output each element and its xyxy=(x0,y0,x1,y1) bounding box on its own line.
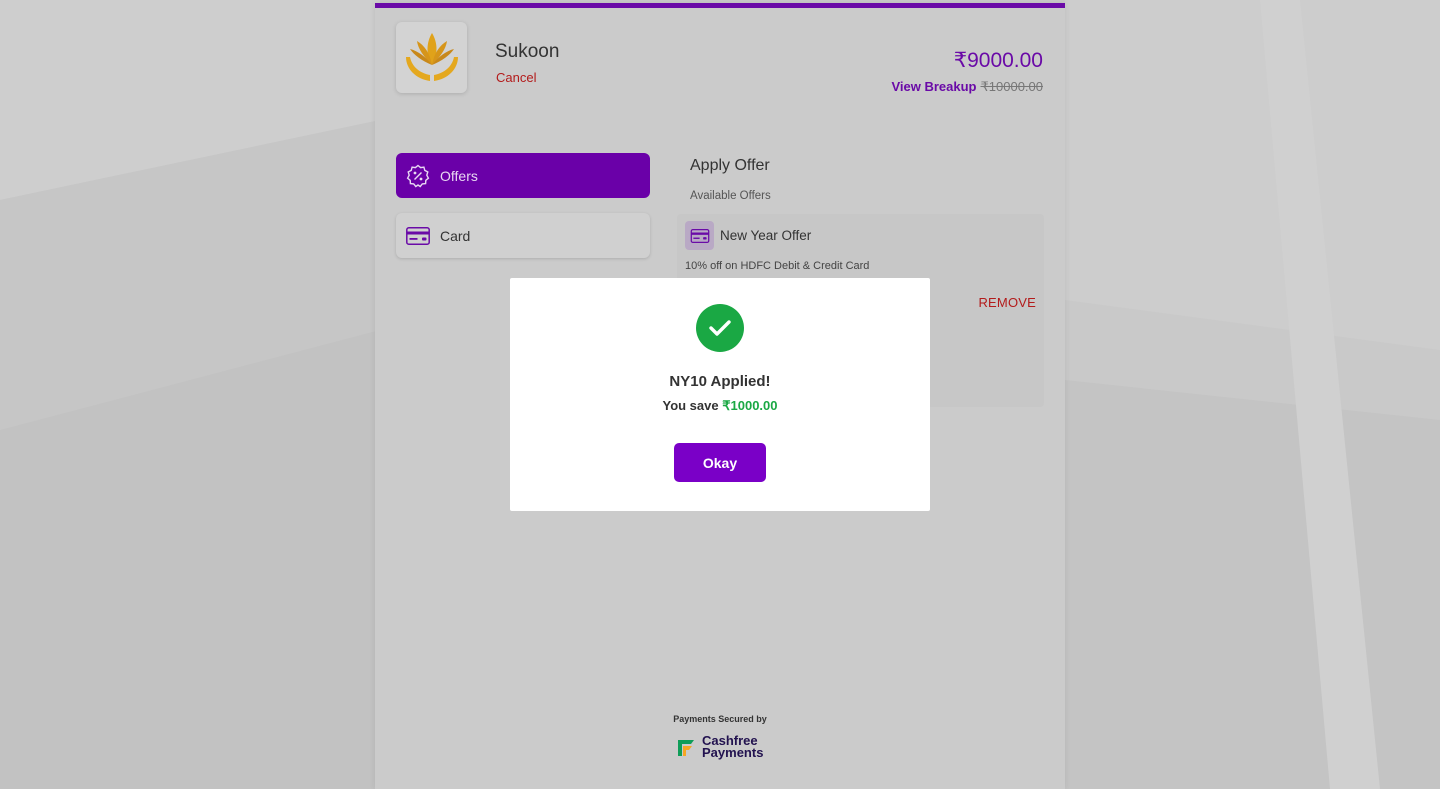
available-offers-label: Available Offers xyxy=(690,190,771,202)
lotus-hands-logo-icon xyxy=(405,32,458,81)
nav-item-label: Card xyxy=(440,227,471,244)
original-amount: ₹10000.00 xyxy=(980,79,1044,94)
remove-offer-button[interactable]: REMOVE xyxy=(978,295,1036,310)
offer-applied-dialog: NY10 Applied! You save ₹1000.00 Okay xyxy=(510,278,930,511)
brand-line-2: Payments xyxy=(702,745,764,760)
check-icon xyxy=(696,304,744,352)
nav-item-offers[interactable]: Offers xyxy=(396,153,650,198)
merchant-logo xyxy=(396,22,467,93)
view-breakup-link[interactable]: View Breakup xyxy=(891,79,976,94)
dialog-title: NY10 Applied! xyxy=(669,373,771,390)
apply-offer-title: Apply Offer xyxy=(690,157,770,174)
breakup-row: View Breakup ₹10000.00 xyxy=(891,79,1043,95)
cancel-link[interactable]: Cancel xyxy=(496,70,536,85)
nav-item-label: Offers xyxy=(440,167,478,184)
card-icon xyxy=(406,224,430,248)
cashfree-mark-icon xyxy=(678,740,694,756)
merchant-name: Sukoon xyxy=(495,41,560,62)
payments-secured-label: Payments Secured by xyxy=(673,714,767,724)
savings-prefix: You save xyxy=(662,398,719,413)
order-amount: ₹9000.00 xyxy=(953,49,1043,72)
nav-item-card[interactable]: Card xyxy=(396,213,650,258)
savings-text: You save ₹1000.00 xyxy=(510,398,930,414)
savings-amount: ₹1000.00 xyxy=(722,398,778,413)
cashfree-logo: Cashfree Payments xyxy=(676,734,764,760)
card-icon xyxy=(685,221,714,250)
offer-badge-icon xyxy=(406,164,430,188)
okay-button[interactable]: Okay xyxy=(674,443,766,482)
offer-name: New Year Offer xyxy=(720,228,812,243)
offer-description: 10% off on HDFC Debit & Credit Card xyxy=(685,260,870,272)
